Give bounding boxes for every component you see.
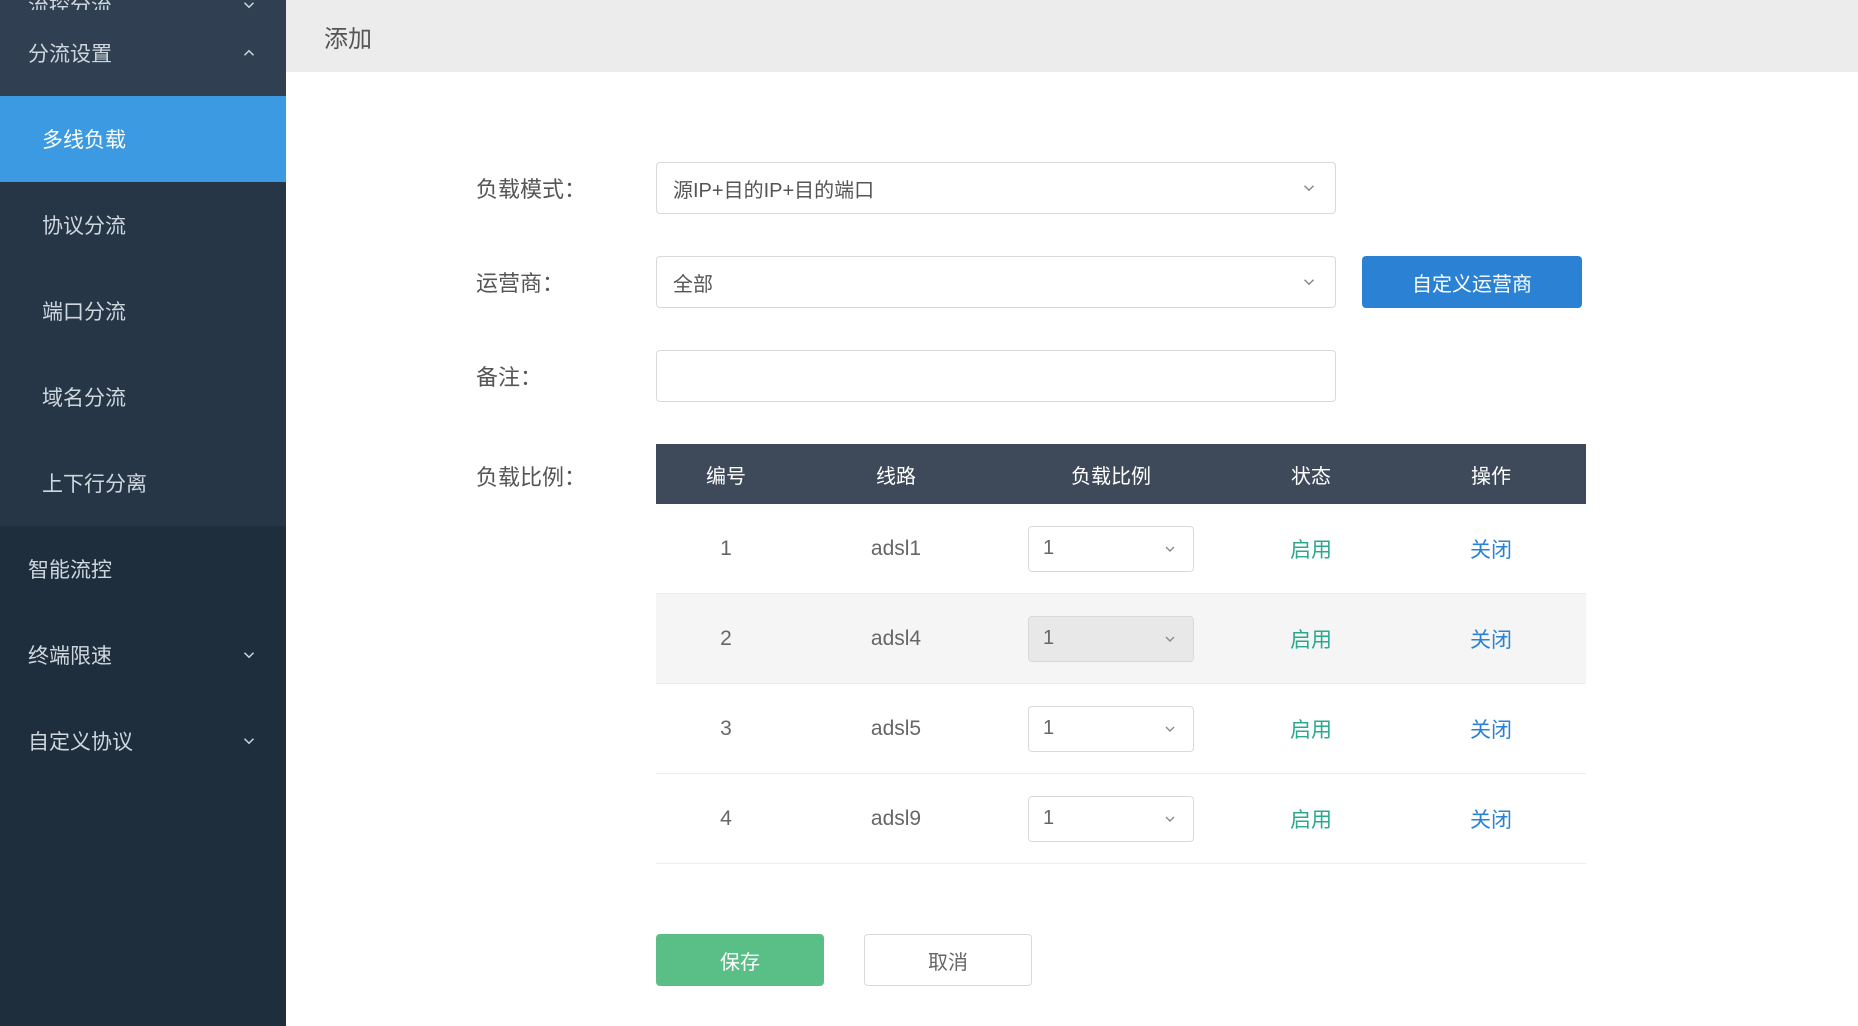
cell-id: 4 [656,807,796,831]
table-body: 1 adsl1 1 启用 关闭 [656,504,1586,864]
cell-line: adsl4 [796,627,996,651]
label-load-mode: 负载模式： [346,172,656,204]
nav-terminal-limit[interactable]: 终端限速 [0,612,286,698]
select-value: 1 [1043,717,1054,740]
main: 添加 负载模式： 源IP+目的IP+目的端口 运营商： 全部 [286,0,1858,1026]
select-value: 1 [1043,807,1054,830]
form-content: 负载模式： 源IP+目的IP+目的端口 运营商： 全部 [286,72,1858,1026]
page-title-bar: 添加 [286,0,1858,72]
btn-save[interactable]: 保存 [656,934,824,986]
btn-label: 自定义运营商 [1412,268,1532,297]
label-carrier: 运营商： [346,266,656,298]
cell-line: adsl1 [796,537,996,561]
select-carrier[interactable]: 全部 [656,256,1336,308]
chevron-down-icon [1161,540,1179,558]
submenu-label: 上下行分离 [42,468,147,498]
cell-id: 1 [656,537,796,561]
th-action: 操作 [1396,460,1586,489]
nav-custom-protocol[interactable]: 自定义协议 [0,698,286,784]
chevron-down-icon [1161,630,1179,648]
btn-custom-carrier[interactable]: 自定义运营商 [1362,256,1582,308]
chevron-down-icon [1161,810,1179,828]
table-row: 3 adsl5 1 启用 关闭 [656,684,1586,774]
th-status: 状态 [1226,460,1396,489]
submenu-label: 协议分流 [42,210,126,240]
select-load-mode[interactable]: 源IP+目的IP+目的端口 [656,162,1336,214]
select-value: 1 [1043,537,1054,560]
input-remark-wrap [656,350,1336,402]
cell-ratio: 1 [996,706,1226,752]
ratio-table: 编号 线路 负载比例 状态 操作 1 adsl1 1 [656,444,1586,864]
submenu-label: 端口分流 [42,296,126,326]
select-value: 全部 [673,268,713,297]
th-line: 线路 [796,460,996,489]
label-ratio: 负载比例： [346,444,656,492]
nav-label: 终端限速 [28,640,112,670]
chevron-up-icon [240,44,258,62]
cell-id: 3 [656,717,796,741]
th-id: 编号 [656,460,796,489]
action-close[interactable]: 关闭 [1470,809,1512,832]
row-remark: 备注： [346,350,1798,402]
label-remark: 备注： [346,360,656,392]
select-value: 源IP+目的IP+目的端口 [673,174,874,203]
row-ratio: 负载比例： 编号 线路 负载比例 状态 操作 1 adsl1 [346,444,1798,864]
cell-line: adsl5 [796,717,996,741]
status-text: 启用 [1290,809,1332,832]
submenu-updown-separate[interactable]: 上下行分离 [0,440,286,526]
nav-split-settings[interactable]: 分流设置 [0,10,286,96]
input-remark[interactable] [673,351,1319,401]
page-title: 添加 [324,19,372,54]
nav-label: 智能流控 [28,554,112,584]
submenu-split-settings: 多线负载 协议分流 端口分流 域名分流 上下行分离 [0,96,286,526]
action-close[interactable]: 关闭 [1470,719,1512,742]
action-close[interactable]: 关闭 [1470,539,1512,562]
submenu-protocol-split[interactable]: 协议分流 [0,182,286,268]
status-text: 启用 [1290,719,1332,742]
table-row: 4 adsl9 1 启用 关闭 [656,774,1586,864]
select-ratio[interactable]: 1 [1028,616,1194,662]
action-close[interactable]: 关闭 [1470,629,1512,652]
nav-label: 流控分流 [28,0,112,10]
select-value: 1 [1043,627,1054,650]
submenu-label: 多线负载 [42,124,126,154]
select-ratio[interactable]: 1 [1028,706,1194,752]
nav-label: 自定义协议 [28,726,133,756]
th-ratio: 负载比例 [996,460,1226,489]
row-load-mode: 负载模式： 源IP+目的IP+目的端口 [346,162,1798,214]
select-ratio[interactable]: 1 [1028,796,1194,842]
status-text: 启用 [1290,629,1332,652]
status-text: 启用 [1290,539,1332,562]
nav-traffic-split[interactable]: 流控分流 [0,0,286,10]
table-row: 1 adsl1 1 启用 关闭 [656,504,1586,594]
cell-id: 2 [656,627,796,651]
chevron-down-icon [240,732,258,750]
nav-label: 分流设置 [28,38,112,68]
cell-line: adsl9 [796,807,996,831]
chevron-down-icon [1161,720,1179,738]
submenu-label: 域名分流 [42,382,126,412]
chevron-down-icon [1299,178,1319,198]
cell-ratio: 1 [996,796,1226,842]
btn-label: 取消 [928,946,968,975]
submenu-port-split[interactable]: 端口分流 [0,268,286,354]
nav-intelligent-flow[interactable]: 智能流控 [0,526,286,612]
row-carrier: 运营商： 全部 自定义运营商 [346,256,1798,308]
sidebar: 流控分流 分流设置 多线负载 协议分流 端口分流 域名分流 上下行分离 智能流控… [0,0,286,1026]
chevron-down-icon [1299,272,1319,292]
table-header: 编号 线路 负载比例 状态 操作 [656,444,1586,504]
select-ratio[interactable]: 1 [1028,526,1194,572]
save-row: 保存 取消 [656,934,1798,986]
chevron-down-icon [240,0,258,10]
table-row: 2 adsl4 1 启用 关闭 [656,594,1586,684]
submenu-domain-split[interactable]: 域名分流 [0,354,286,440]
btn-cancel[interactable]: 取消 [864,934,1032,986]
submenu-multi-line-load[interactable]: 多线负载 [0,96,286,182]
cell-ratio: 1 [996,616,1226,662]
chevron-down-icon [240,646,258,664]
cell-ratio: 1 [996,526,1226,572]
btn-label: 保存 [720,946,760,975]
